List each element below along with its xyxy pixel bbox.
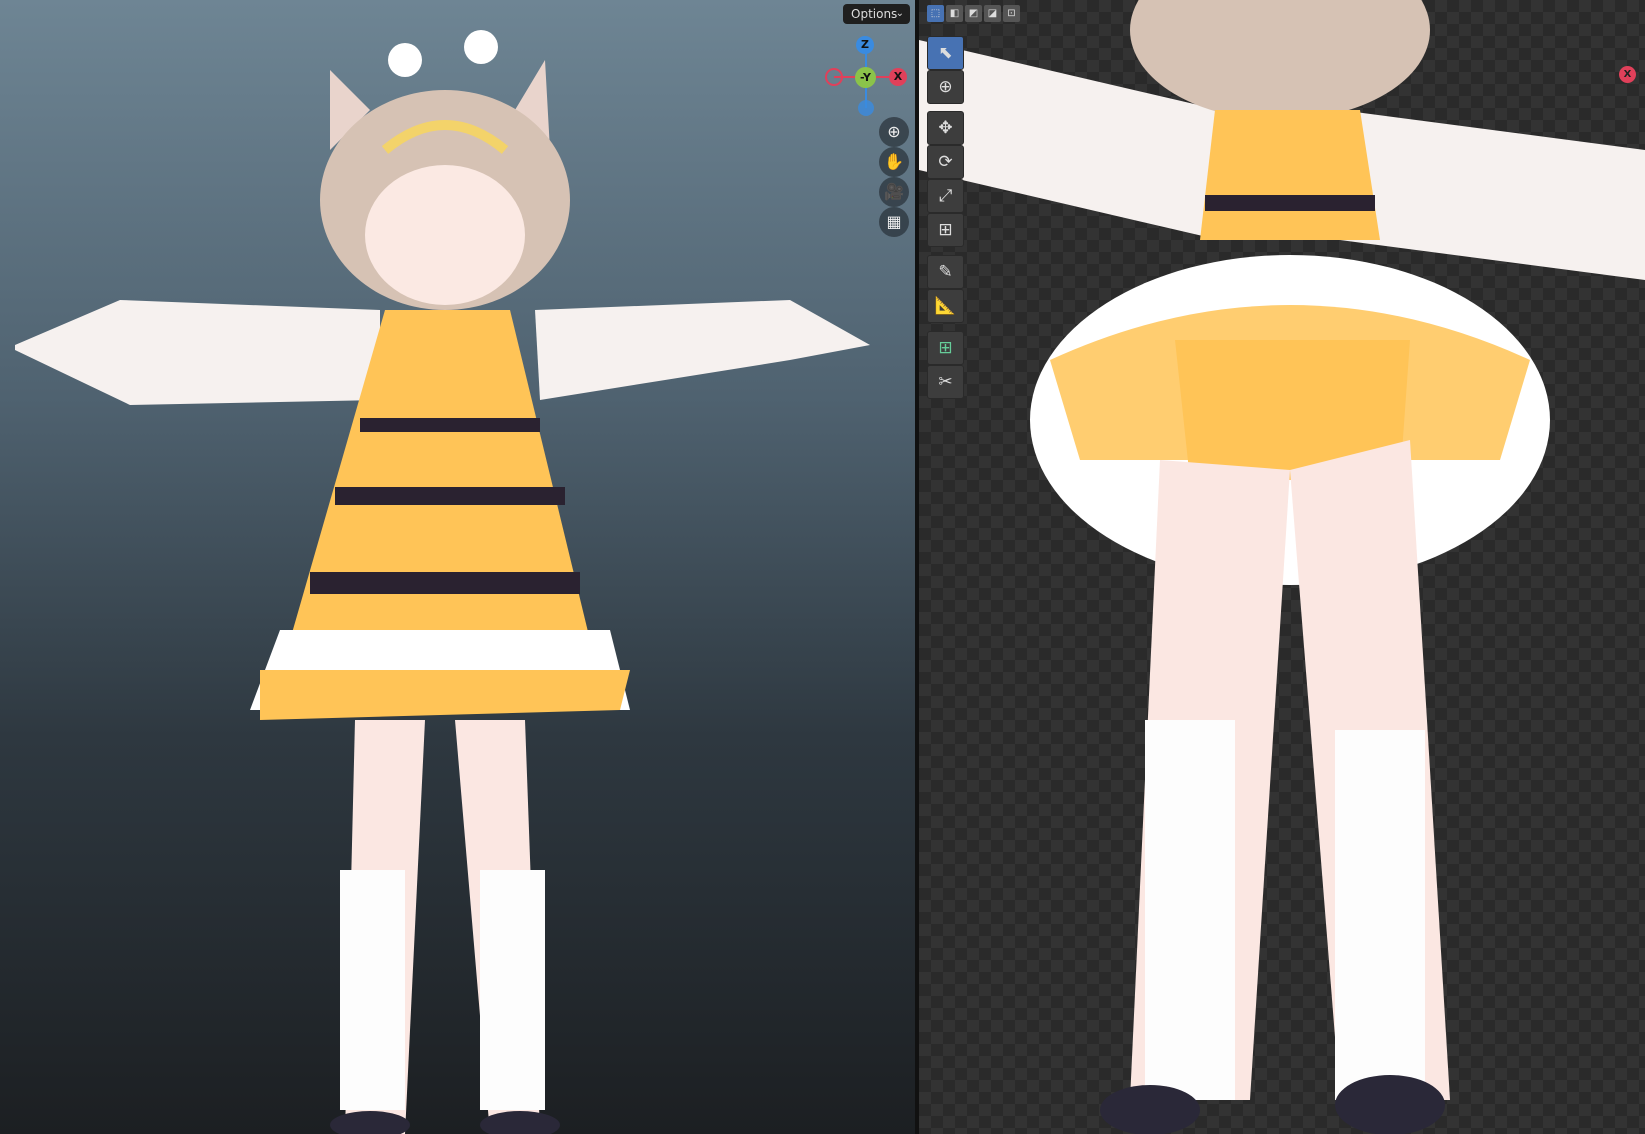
right-viewport[interactable]: [919, 0, 1645, 1134]
add-cube-icon: ⊞: [938, 338, 953, 358]
cursor-icon: ⊕: [938, 77, 953, 97]
annotate-icon: ✎: [938, 262, 953, 282]
select-mode-subtract[interactable]: ◩: [965, 5, 982, 22]
select-mode-invert[interactable]: ◪: [984, 5, 1001, 22]
tool-add-cube[interactable]: ⊞: [927, 331, 964, 365]
select-box-icon: ⬉: [938, 43, 953, 63]
gizmo-lines: [825, 48, 897, 116]
move-icon: ✥: [938, 118, 953, 138]
select-mode-intersect[interactable]: ⊡: [1003, 5, 1020, 22]
camera-icon: 🎥: [884, 182, 904, 201]
tool-scale[interactable]: ⤢: [927, 179, 964, 213]
zoom-icon: ⊕: [887, 122, 901, 141]
tool-move[interactable]: ✥: [927, 111, 964, 145]
rotate-icon: ⟳: [938, 152, 953, 172]
character-front: [15, 30, 870, 1134]
select-extend-icon: ◧: [949, 8, 960, 19]
gizmo-z-axis[interactable]: Z: [856, 36, 874, 54]
knife-icon: ✂: [938, 372, 953, 392]
tool-transform[interactable]: ⊞: [927, 213, 964, 247]
measure-icon: 📐: [934, 296, 957, 316]
select-intersect-icon: ⊡: [1007, 8, 1016, 19]
scale-icon: ⤢: [938, 186, 953, 206]
transform-icon: ⊞: [938, 220, 953, 240]
tool-cursor[interactable]: ⊕: [927, 70, 964, 104]
left-viewport[interactable]: Options ⌄ Z -Y X ⊕ ✋ 🎥 ▦: [0, 0, 915, 1134]
tool-annotate[interactable]: ✎: [927, 255, 964, 289]
hand-icon: ✋: [884, 152, 904, 171]
character-back: [919, 0, 1645, 1134]
tool-rotate[interactable]: ⟳: [927, 145, 964, 179]
gizmo-x-axis-right[interactable]: X: [1619, 66, 1636, 83]
gizmo-x-axis[interactable]: X: [889, 68, 907, 86]
gizmo-neg-y-axis[interactable]: -Y: [855, 67, 876, 88]
grid-icon: ▦: [886, 212, 902, 231]
ortho-toggle-button[interactable]: ▦: [879, 207, 909, 237]
select-mode-new[interactable]: ⬚: [927, 5, 944, 22]
tool-measure[interactable]: 📐: [927, 289, 964, 323]
zoom-button[interactable]: ⊕: [879, 117, 909, 147]
select-new-icon: ⬚: [930, 8, 941, 19]
tool-select-box[interactable]: ⬉: [927, 36, 964, 70]
camera-view-button[interactable]: 🎥: [879, 177, 909, 207]
select-invert-icon: ◪: [987, 8, 998, 19]
select-subtract-icon: ◩: [968, 8, 979, 19]
select-mode-extend[interactable]: ◧: [946, 5, 963, 22]
pan-button[interactable]: ✋: [879, 147, 909, 177]
tool-knife[interactable]: ✂: [927, 365, 964, 399]
